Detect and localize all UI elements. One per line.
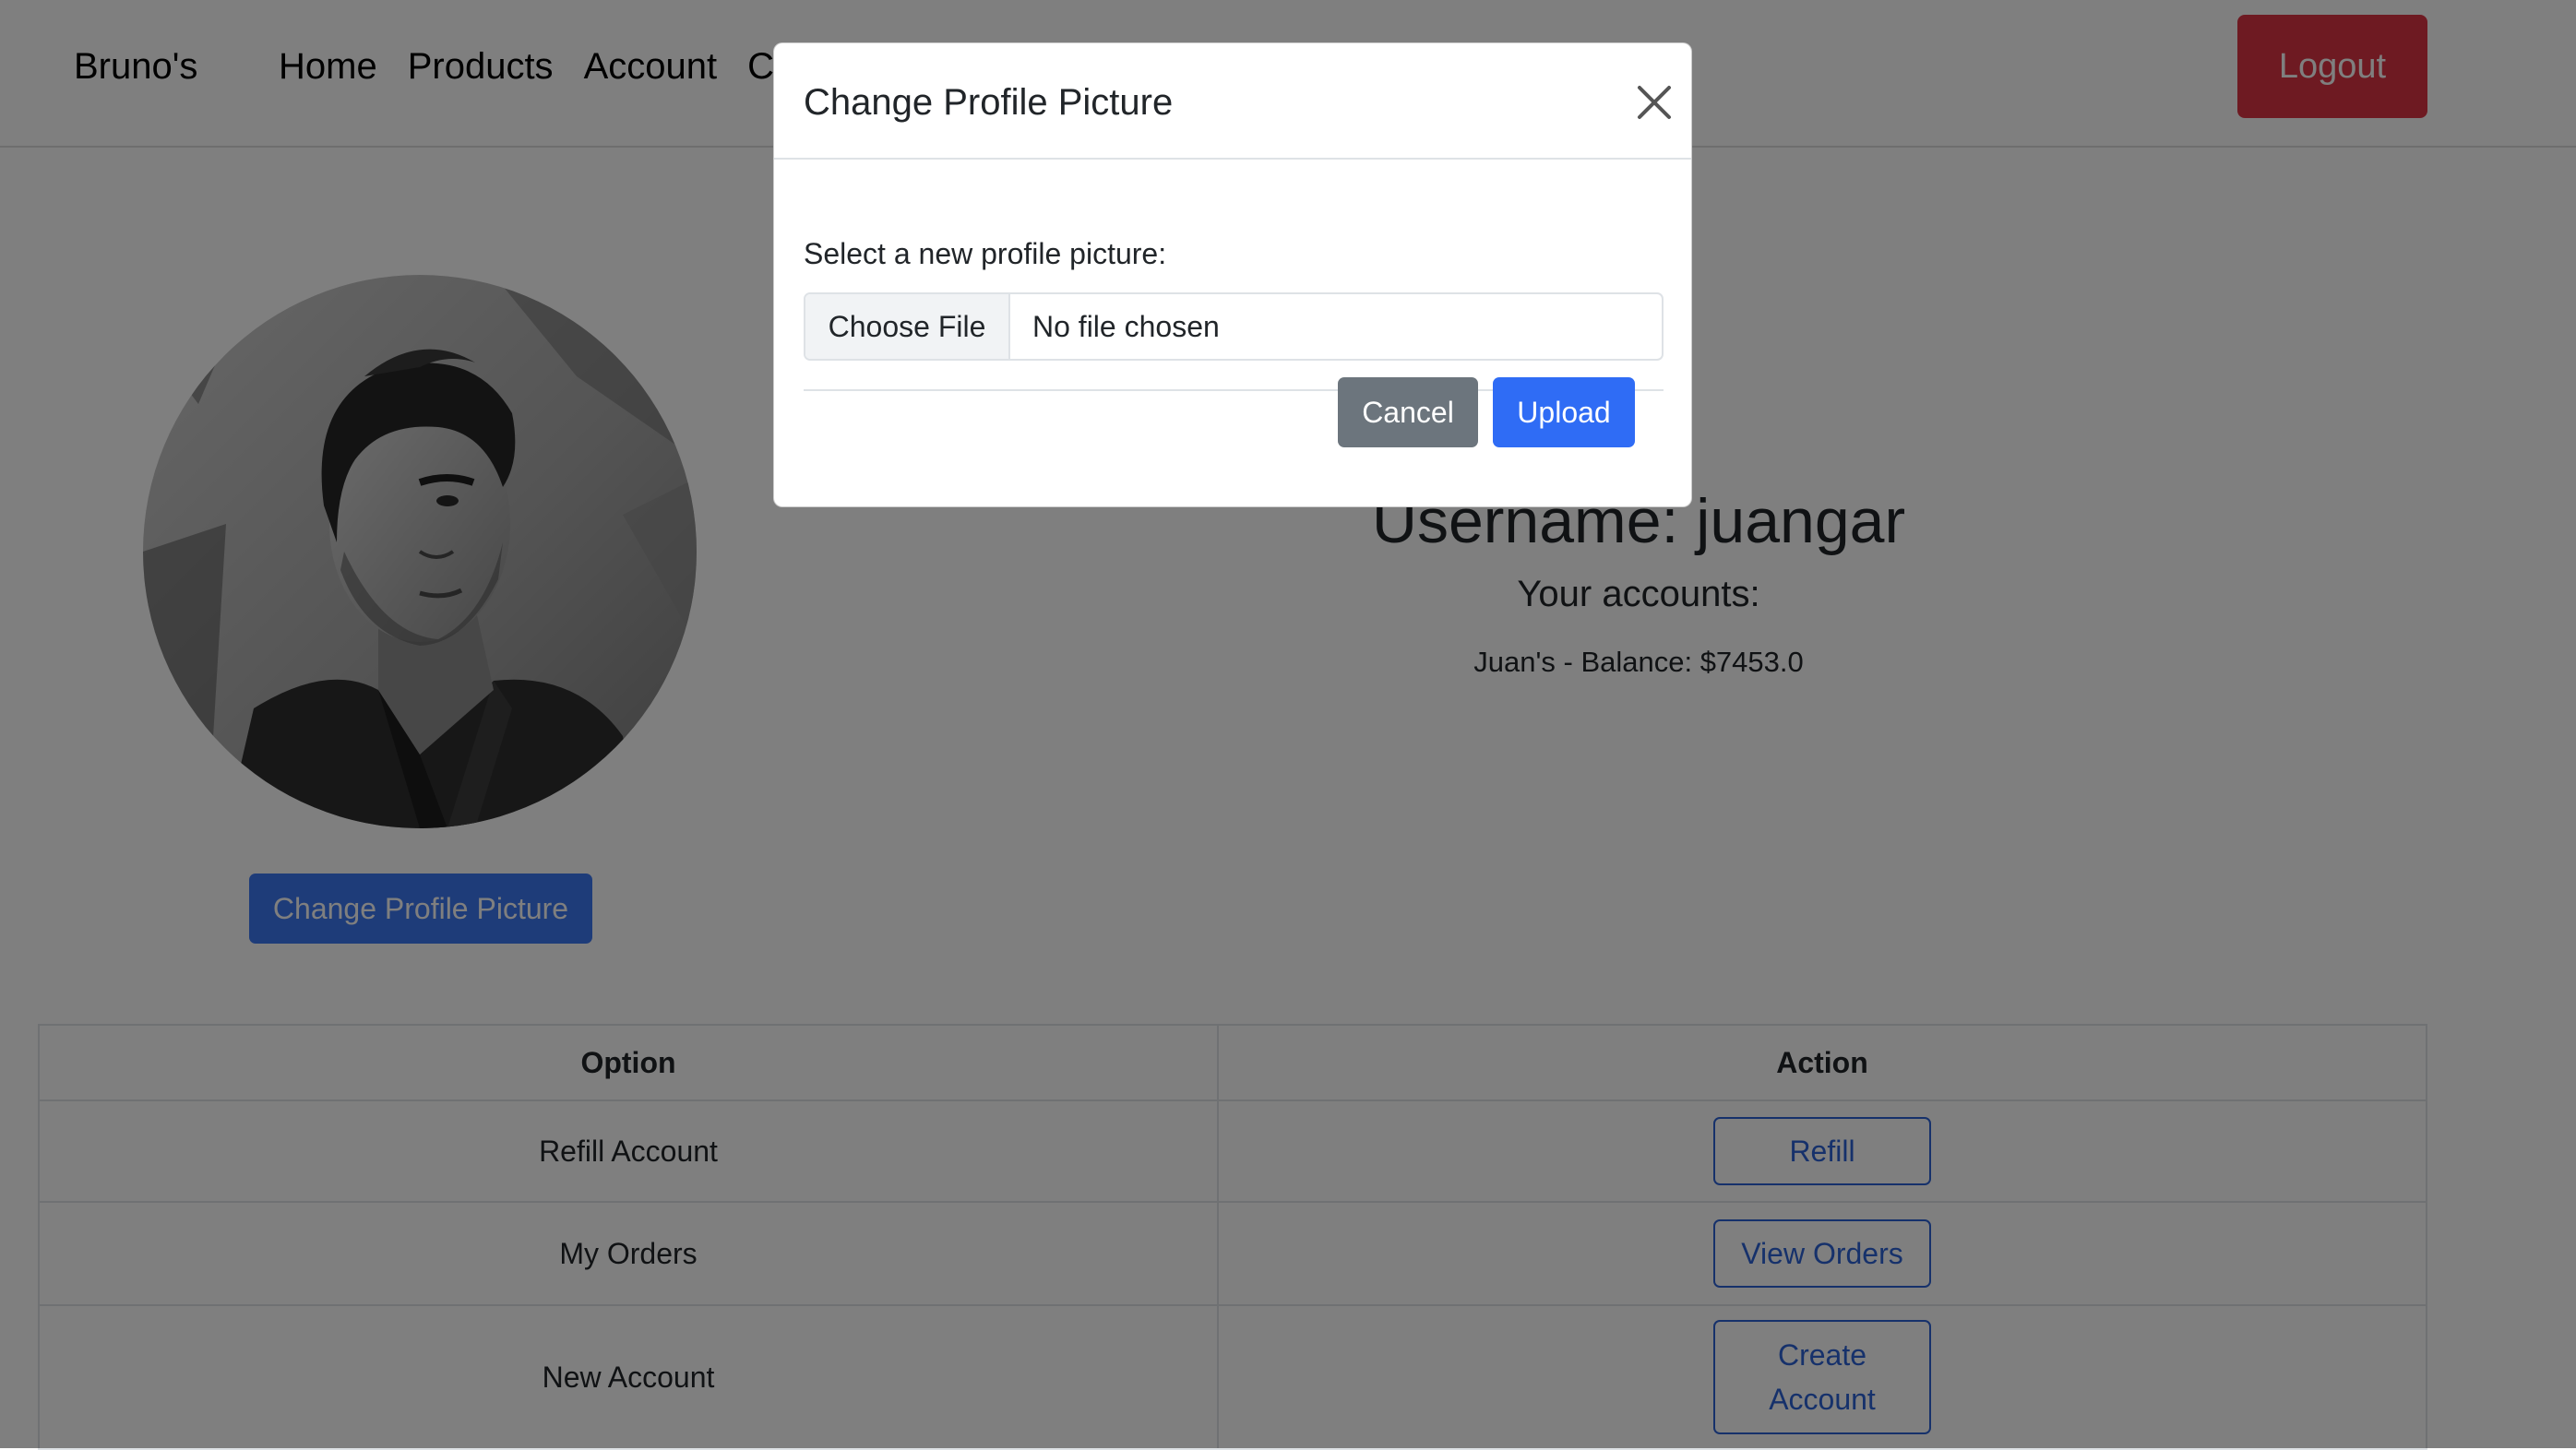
choose-file-button[interactable]: Choose File: [805, 294, 1010, 359]
file-input[interactable]: Choose File No file chosen: [804, 292, 1664, 361]
file-input-label: Select a new profile picture:: [804, 237, 1167, 270]
modal-header: Change Profile Picture: [774, 43, 1691, 160]
upload-button[interactable]: Upload: [1493, 377, 1635, 447]
close-icon[interactable]: [1632, 80, 1676, 125]
cancel-button[interactable]: Cancel: [1338, 377, 1478, 447]
file-status: No file chosen: [1032, 309, 1220, 343]
change-picture-modal: Change Profile Picture Select a new prof…: [773, 42, 1692, 507]
modal-title: Change Profile Picture: [804, 82, 1174, 123]
